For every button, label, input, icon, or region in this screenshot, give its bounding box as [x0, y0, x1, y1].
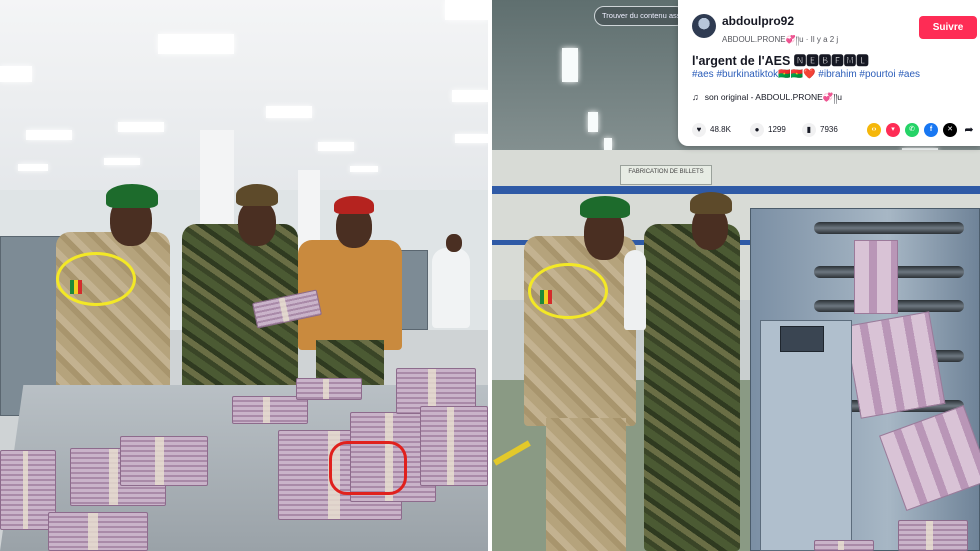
ceiling-light: [266, 106, 312, 118]
whatsapp-icon[interactable]: ✆: [905, 123, 919, 137]
share-arrow-icon[interactable]: ➦: [962, 123, 976, 137]
officer-head: [238, 200, 276, 246]
red-beret: [334, 196, 374, 214]
control-screen: [780, 326, 824, 352]
heart-icon: ♥: [692, 122, 706, 137]
press-roller: [814, 222, 964, 234]
banknote-stack: [296, 378, 362, 400]
ceiling-light: [588, 112, 598, 132]
music-title: son original - ABDOUL.PRONE💞།།u: [704, 92, 842, 102]
worker-head: [446, 234, 462, 252]
ceiling-light: [452, 90, 488, 102]
like-count: 48.8K: [710, 125, 731, 134]
embed-icon[interactable]: ‹›: [867, 123, 881, 137]
ceiling-light: [318, 142, 354, 151]
printing-machine: [398, 250, 428, 330]
save-count: 7936: [820, 125, 838, 134]
officer-uniform: [644, 224, 740, 551]
comment-button[interactable]: ● 1299: [750, 121, 786, 139]
follow-button[interactable]: Suivre: [919, 16, 977, 39]
ceiling-light: [562, 48, 578, 82]
music-note-icon: ♫: [692, 92, 699, 102]
yellow-highlight-circle: [56, 252, 136, 306]
username[interactable]: abdoulpro92: [722, 14, 794, 28]
banknote-stack: [420, 406, 488, 486]
banknote-stack: [898, 520, 968, 551]
banknote-stack: [814, 540, 874, 551]
banknote-stack: [232, 396, 308, 424]
ceiling-light: [26, 130, 72, 140]
ceiling: [0, 0, 488, 200]
lab-coat: [624, 250, 646, 330]
bookmark-icon: ▮: [802, 122, 816, 137]
facebook-icon[interactable]: f: [924, 123, 938, 137]
ceiling-light: [455, 134, 488, 143]
officer-trousers: [546, 418, 626, 551]
green-beret: [106, 184, 158, 208]
brown-beret: [236, 184, 278, 206]
ceiling-light: [158, 34, 234, 54]
banknote-sheet: [844, 311, 946, 419]
banknote-stack: [120, 436, 208, 486]
x-icon[interactable]: ✕: [943, 123, 957, 137]
ceiling-light: [0, 66, 32, 82]
comment-count: 1299: [768, 125, 786, 134]
avatar[interactable]: [692, 14, 716, 38]
ceiling-light: [445, 0, 488, 20]
banknote-sheet: [854, 240, 898, 314]
action-bar: ♥ 48.8K ● 1299 ▮ 7936 ‹› ▾ ✆ f ✕ ➦: [692, 121, 980, 139]
ceiling-light: [104, 158, 140, 165]
ceiling-light: [604, 138, 612, 150]
hashtags[interactable]: #aes #burkinatiktok🇧🇫🇧🇫❤️ #ibrahim #pour…: [692, 69, 920, 80]
yellow-highlight-circle: [528, 263, 608, 319]
lab-coat: [432, 248, 470, 328]
search-input[interactable]: Trouver du contenu ass: [594, 6, 686, 26]
red-highlight-circle: [329, 441, 407, 495]
factory-sign: FABRICATION DE BILLETS: [620, 165, 712, 185]
video-info-card: abdoulpro92 ABDOUL.PRONE💞།།u · Il y a 2 …: [678, 0, 980, 146]
music-row[interactable]: ♫ son original - ABDOUL.PRONE💞།།u: [692, 89, 842, 112]
banknote-stack: [48, 512, 148, 551]
save-button[interactable]: ▮ 7936: [802, 121, 838, 139]
blue-railing: [492, 186, 980, 194]
brown-beret: [690, 192, 732, 214]
control-cabinet: [760, 320, 852, 551]
like-button[interactable]: ♥ 48.8K: [692, 121, 731, 139]
ceiling-light: [350, 166, 378, 172]
left-photo: [0, 0, 488, 551]
ceiling-light: [18, 164, 48, 171]
green-beret: [580, 196, 630, 218]
comment-icon: ●: [750, 122, 764, 137]
ceiling-light: [118, 122, 164, 132]
tiktok-share-icon[interactable]: ▾: [886, 123, 900, 137]
video-caption: l'argent de l'AES 🅽🅴🅱🅵🅼🅻: [692, 54, 869, 68]
